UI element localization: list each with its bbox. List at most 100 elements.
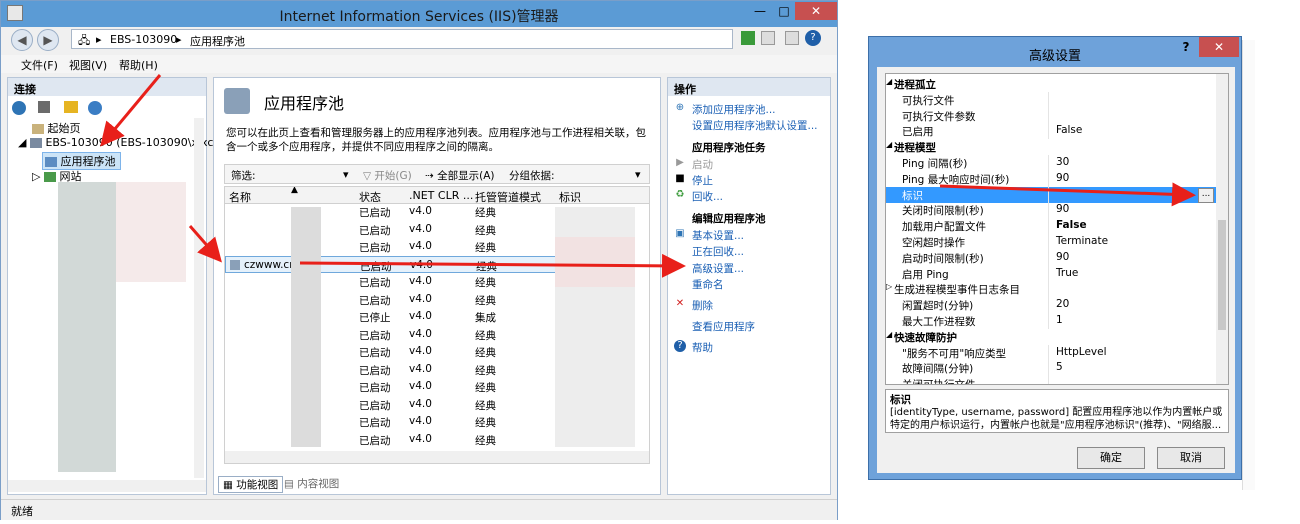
dialog-help-button[interactable]: ? — [1175, 38, 1197, 56]
property-row[interactable]: ▷ 生成进程模型事件日志条目 — [886, 281, 1218, 298]
save-icon[interactable] — [38, 101, 50, 113]
property-row[interactable]: 启用 Ping True — [886, 265, 1218, 282]
minimize-button[interactable]: — — [749, 2, 771, 20]
property-scrollbar[interactable] — [1216, 74, 1228, 384]
property-value[interactable]: 90 — [1056, 251, 1069, 263]
cell-mode: 经典 — [475, 417, 496, 429]
refresh-icon[interactable] — [741, 31, 755, 45]
recycling-link[interactable]: 正在回收... — [692, 244, 744, 259]
connect-icon[interactable] — [12, 101, 26, 115]
ok-button[interactable]: 确定 — [1077, 447, 1145, 469]
property-row[interactable]: Ping 间隔(秒) 30 — [886, 155, 1218, 171]
dialog-close-button[interactable]: ✕ — [1199, 37, 1239, 57]
property-value[interactable]: 5 — [1056, 361, 1063, 373]
cell-mode: 经典 — [475, 382, 496, 394]
property-row[interactable]: 故障间隔(分钟) 5 — [886, 360, 1218, 377]
tree-item-server[interactable]: ◢ EBS-103090 (EBS-103090\xlxcn — [18, 136, 220, 149]
col-clr[interactable]: .NET CLR ... — [409, 189, 473, 202]
property-section[interactable]: ◢ 进程模型 — [886, 139, 1218, 155]
menu-file[interactable]: 文件(F) — [21, 57, 58, 73]
cell-clr: v4.0 — [409, 432, 432, 445]
cell-mode: 经典 — [475, 294, 496, 307]
property-row[interactable]: Ping 最大响应时间(秒) 90 — [886, 170, 1218, 187]
property-row[interactable]: 标识... — [886, 186, 1218, 203]
recycle-link[interactable]: 回收... — [692, 189, 723, 204]
globe-icon[interactable] — [88, 101, 102, 115]
property-value[interactable]: HttpLevel — [1056, 346, 1107, 358]
back-button[interactable]: ◀ — [11, 29, 33, 51]
help-link[interactable]: 帮助 — [692, 340, 713, 355]
property-section[interactable]: ◢ 快速故障防护 — [886, 329, 1218, 345]
scrollbar-thumb[interactable] — [1218, 220, 1226, 330]
cancel-button[interactable]: 取消 — [1157, 447, 1225, 469]
menu-view[interactable]: 视图(V) — [69, 57, 107, 73]
property-value[interactable]: Terminate — [1056, 235, 1108, 247]
help-icon[interactable]: ? — [805, 30, 821, 46]
folder-icon[interactable] — [64, 101, 78, 113]
tab-content-view[interactable]: ▤ 内容视图 — [284, 476, 339, 491]
group-by-dropdown[interactable]: ▾ — [635, 168, 641, 181]
menu-bar: 文件(F) 视图(V) 帮助(H) — [1, 55, 837, 73]
filter-bar: 筛选: ▾ ▽ 开始(G) ⇢ 全部显示(A) 分组依据: ▾ — [224, 164, 650, 184]
identity-edit-button[interactable]: ... — [1198, 187, 1214, 203]
table-hscrollbar[interactable] — [225, 451, 649, 463]
vertical-scrollbar[interactable] — [194, 118, 204, 478]
add-pool-link[interactable]: 添加应用程序池... — [692, 102, 776, 117]
property-value[interactable]: 90 — [1056, 203, 1069, 215]
property-row[interactable]: 闲置超时(分钟) 20 — [886, 297, 1218, 314]
property-value[interactable]: False — [1056, 219, 1087, 231]
breadcrumb-pools[interactable]: 应用程序池 — [190, 33, 245, 49]
stop-link[interactable]: 停止 — [692, 173, 713, 188]
view-apps-link[interactable]: 查看应用程序 — [692, 319, 755, 334]
redacted-region — [291, 207, 321, 447]
property-label: Ping 间隔(秒) — [902, 158, 968, 170]
maximize-button[interactable]: □ — [773, 2, 795, 20]
property-row[interactable]: 可执行文件参数 — [886, 107, 1218, 124]
show-all-button[interactable]: ⇢ 全部显示(A) — [425, 168, 495, 183]
horizontal-scrollbar[interactable] — [8, 480, 206, 492]
home-icon[interactable] — [785, 31, 799, 45]
property-value[interactable]: 20 — [1056, 298, 1069, 310]
property-value[interactable]: 90 — [1056, 172, 1069, 184]
property-row[interactable]: "服务不可用"响应类型 HttpLevel — [886, 344, 1218, 361]
close-button[interactable]: ✕ — [795, 2, 837, 20]
property-row[interactable]: 空闲超时操作 Terminate — [886, 234, 1218, 250]
set-defaults-link[interactable]: 设置应用程序池默认设置... — [692, 118, 818, 133]
cell-mode: 经典 — [475, 434, 496, 447]
delete-link[interactable]: 删除 — [692, 298, 713, 313]
cell-mode: 经典 — [475, 329, 496, 342]
expand-icon[interactable]: ◢ — [886, 77, 892, 86]
cell-clr: v4.0 — [409, 240, 432, 252]
cell-mode: 经典 — [475, 347, 496, 359]
property-value[interactable]: False — [1056, 124, 1082, 136]
menu-help[interactable]: 帮助(H) — [119, 57, 158, 73]
property-section[interactable]: ◢ 进程孤立 — [886, 76, 1218, 92]
filter-input[interactable] — [265, 167, 355, 181]
rename-link[interactable]: 重命名 — [692, 277, 724, 292]
start-filter-button[interactable]: ▽ 开始(G) — [363, 168, 412, 183]
stop-icon[interactable] — [761, 31, 775, 45]
forward-button[interactable]: ▶ — [37, 29, 59, 51]
start-link[interactable]: 启动 — [692, 157, 713, 172]
expand-icon[interactable]: ◢ — [886, 140, 892, 149]
property-row[interactable]: 可执行文件 — [886, 91, 1218, 108]
property-value[interactable]: True — [1056, 267, 1078, 279]
basic-settings-link[interactable]: 基本设置... — [692, 228, 744, 243]
group-by-label[interactable]: 分组依据: — [509, 168, 555, 183]
property-value[interactable]: 30 — [1056, 156, 1069, 168]
property-row[interactable]: 已启用 False — [886, 123, 1218, 140]
tab-feature-view[interactable]: ▦ 功能视图 — [218, 476, 284, 493]
property-row[interactable]: 启动时间限制(秒) 90 — [886, 249, 1218, 266]
breadcrumb-server[interactable]: EBS-103090 — [110, 33, 177, 46]
property-value[interactable]: 1 — [1056, 314, 1063, 326]
expand-icon[interactable]: ◢ — [886, 330, 892, 339]
property-row[interactable]: 关闭可执行文件 — [886, 376, 1218, 384]
address-bar[interactable]: 🖧 ▸ EBS-103090 ▸ 应用程序池 — [71, 29, 733, 49]
cell-mode: 集成 — [475, 312, 496, 324]
property-row[interactable]: 最大工作进程数 1 — [886, 313, 1218, 329]
tree-item-start-page[interactable]: 起始页 — [32, 120, 81, 136]
advanced-settings-link[interactable]: 高级设置... — [692, 261, 744, 276]
property-row[interactable]: 加载用户配置文件 False — [886, 218, 1218, 235]
collapse-icon[interactable]: ▷ — [886, 282, 892, 291]
property-row[interactable]: 关闭时间限制(秒) 90 — [886, 202, 1218, 219]
